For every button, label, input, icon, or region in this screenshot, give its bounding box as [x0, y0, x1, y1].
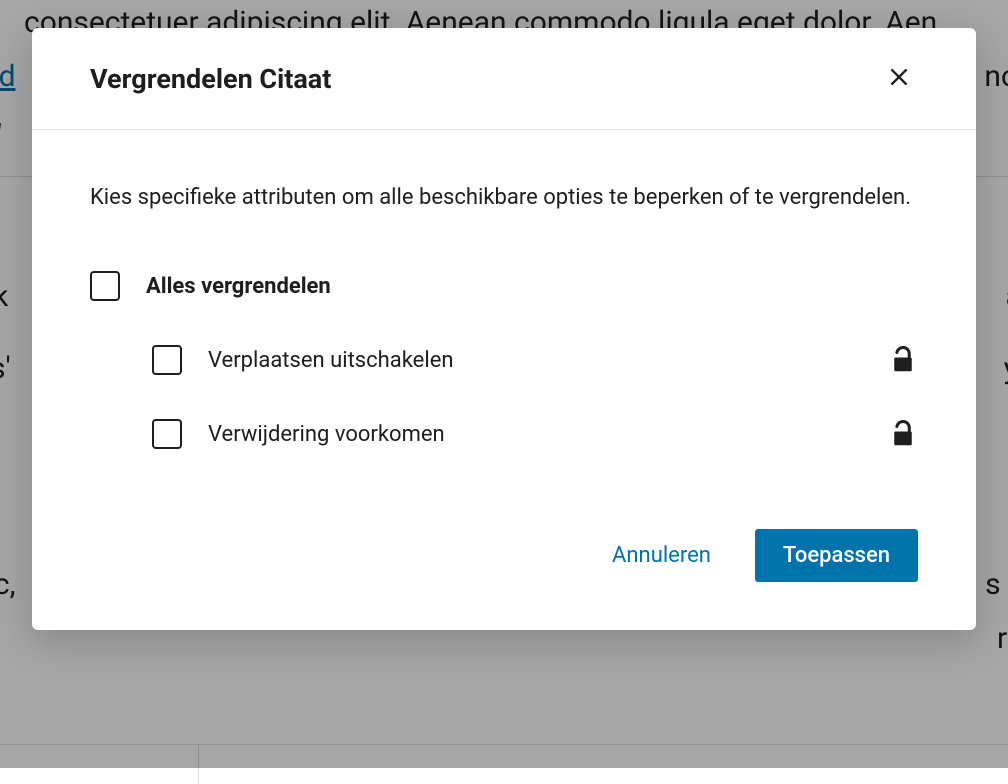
- close-icon: [886, 64, 912, 93]
- lock-block-modal: Vergrendelen Citaat Kies specifieke attr…: [32, 28, 976, 630]
- modal-body: Kies specifieke attributen om alle besch…: [32, 130, 976, 499]
- lock-all-row: Alles vergrendelen: [90, 271, 918, 301]
- apply-button[interactable]: Toepassen: [755, 529, 918, 582]
- disable-move-row: Verplaatsen uitschakelen: [90, 345, 918, 375]
- cancel-button[interactable]: Annuleren: [584, 529, 739, 582]
- prevent-removal-checkbox[interactable]: [152, 419, 182, 449]
- close-button[interactable]: [880, 58, 918, 99]
- unlock-icon: [888, 419, 918, 449]
- lock-all-checkbox[interactable]: [90, 271, 120, 301]
- disable-move-label[interactable]: Verplaatsen uitschakelen: [208, 348, 454, 373]
- modal-description: Kies specifieke attributen om alle besch…: [90, 180, 918, 215]
- modal-title: Vergrendelen Citaat: [90, 63, 331, 95]
- modal-header: Vergrendelen Citaat: [32, 28, 976, 130]
- prevent-removal-label[interactable]: Verwijdering voorkomen: [208, 422, 445, 447]
- disable-move-checkbox[interactable]: [152, 345, 182, 375]
- lock-all-label[interactable]: Alles vergrendelen: [146, 274, 331, 299]
- unlock-icon: [888, 345, 918, 375]
- modal-footer: Annuleren Toepassen: [32, 499, 976, 630]
- prevent-removal-row: Verwijdering voorkomen: [90, 419, 918, 449]
